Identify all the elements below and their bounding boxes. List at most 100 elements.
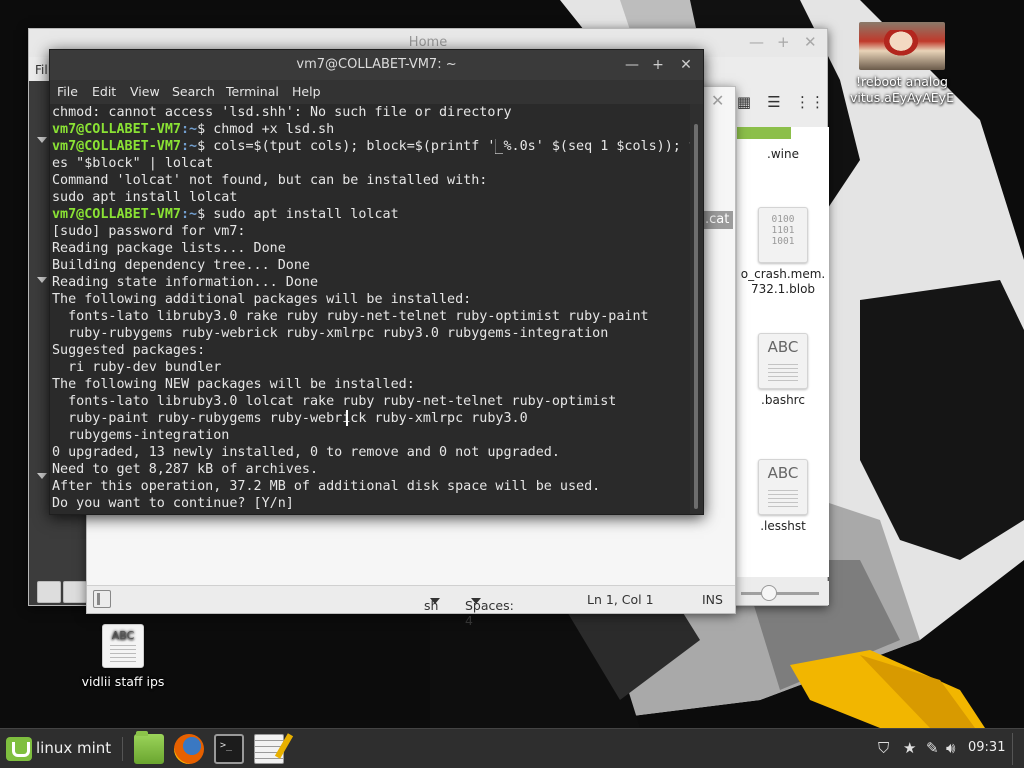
desktop-icon-vidlii-staff-ips[interactable]: ABC vidlii staff ips bbox=[78, 624, 168, 689]
prompt-path: :~ bbox=[181, 139, 198, 154]
sidebar-toggle-icon[interactable] bbox=[93, 590, 111, 608]
file-item-lesshst[interactable]: ABC .lesshst bbox=[737, 459, 829, 534]
command-text: $ sudo apt install lolcat bbox=[197, 207, 399, 222]
close-icon[interactable]: ✕ bbox=[711, 91, 724, 110]
linux-mint-logo-icon bbox=[6, 737, 32, 761]
taskbar-separator bbox=[122, 737, 123, 761]
text-file-icon: ABC bbox=[758, 459, 808, 515]
expand-arrow-icon[interactable] bbox=[37, 277, 47, 283]
file-manager-bottom-buttons bbox=[37, 581, 87, 605]
prompt-user: vm7@COLLABET-VM7 bbox=[52, 139, 181, 154]
terminal-scrollbar[interactable] bbox=[690, 104, 703, 514]
file-item-wine[interactable]: .wine bbox=[737, 147, 829, 162]
language-label: sh bbox=[424, 598, 439, 613]
minimize-icon[interactable]: — bbox=[749, 33, 764, 51]
file-item-crash-blob[interactable]: 0100 1101 1001 o_crash.mem. 732.1.blob bbox=[737, 207, 829, 297]
image-thumbnail bbox=[859, 22, 945, 70]
scrollbar-thumb[interactable] bbox=[694, 124, 698, 509]
terminal-line: rubygems-integration bbox=[52, 428, 230, 443]
file-label: .bashrc bbox=[761, 393, 805, 407]
volume-icon[interactable]: 🔊︎ bbox=[946, 739, 955, 757]
terminal-line: vm7@COLLABET-VM7:~$ cols=$(tput cols); b… bbox=[52, 138, 690, 155]
indent-selector[interactable]: Spaces: 4 bbox=[465, 592, 514, 628]
desktop-icon-reboot-analog[interactable]: !reboot analog vitus.aEyAyAEyE bbox=[842, 22, 962, 106]
maximize-icon[interactable]: + bbox=[777, 33, 790, 51]
terminal-line: The following additional packages will b… bbox=[52, 292, 472, 307]
command-text: $ chmod +x lsd.sh bbox=[197, 122, 335, 137]
icon-view-icon[interactable]: ▦ bbox=[735, 93, 753, 111]
terminal-line: After this operation, 37.2 MB of additio… bbox=[52, 479, 601, 494]
menu-file[interactable]: File bbox=[57, 84, 78, 99]
terminal-menubar: File Edit View Search Terminal Help bbox=[50, 80, 703, 104]
menu-terminal[interactable]: Terminal bbox=[226, 84, 279, 99]
prompt-user: vm7@COLLABET-VM7 bbox=[52, 207, 181, 222]
close-icon[interactable]: ✕ bbox=[804, 33, 817, 51]
file-manager-content[interactable]: .wine 0100 1101 1001 o_crash.mem. 732.1.… bbox=[737, 127, 829, 577]
text-file-icon: ABC bbox=[102, 624, 144, 668]
menu-edit[interactable]: Edit bbox=[92, 84, 116, 99]
terminal-line: Command 'lolcat' not found, but can be i… bbox=[52, 173, 488, 188]
menu-help[interactable]: Help bbox=[292, 84, 321, 99]
maximize-icon[interactable]: + bbox=[648, 50, 668, 80]
terminal-line: fonts-lato libruby3.0 lolcat rake ruby r… bbox=[52, 394, 617, 409]
file-thumb-text: ABC bbox=[767, 338, 799, 356]
terminal-line: Suggested packages: bbox=[52, 343, 206, 358]
terminal-line: vm7@COLLABET-VM7:~$ chmod +x lsd.sh bbox=[52, 121, 690, 138]
command-text: %.0s' $(seq 1 $cols)); y bbox=[503, 139, 690, 154]
terminal-launcher-icon[interactable] bbox=[214, 734, 244, 764]
terminal-output[interactable]: chmod: cannot access 'lsd.shh': No such … bbox=[50, 104, 690, 514]
file-manager-menu-file[interactable]: Fil bbox=[35, 63, 48, 77]
selection-highlight bbox=[737, 127, 791, 139]
indent-label: Spaces: 4 bbox=[465, 598, 514, 628]
text-file-icon: ABC bbox=[758, 333, 808, 389]
terminal-line: [sudo] password for vm7: bbox=[52, 224, 246, 239]
file-lines-decoration bbox=[768, 364, 798, 382]
compact-view-icon[interactable]: ⋮⋮ bbox=[795, 93, 825, 111]
minimize-icon[interactable]: — bbox=[622, 50, 642, 80]
desktop-icon-label: vidlii staff ips bbox=[81, 674, 165, 689]
binary-file-icon: 0100 1101 1001 bbox=[758, 207, 808, 263]
terminal-line: ruby-rubygems ruby-webrick ruby-xmlrpc r… bbox=[52, 326, 609, 341]
menu-search[interactable]: Search bbox=[172, 84, 215, 99]
terminal-line: vm7@COLLABET-VM7:~$ sudo apt install lol… bbox=[52, 206, 690, 223]
pen-icon[interactable]: ✎ bbox=[926, 739, 939, 757]
tree-toggle-icon[interactable] bbox=[63, 581, 87, 603]
file-thumb-text: ABC bbox=[767, 464, 799, 482]
terminal-line: ri ruby-dev bundler bbox=[52, 360, 222, 375]
firefox-launcher-icon[interactable] bbox=[174, 734, 204, 764]
terminal-title: vm7@COLLABET-VM7: ~ bbox=[50, 50, 703, 80]
desktop-icon-label: vitus.aEyAyAEyE bbox=[850, 90, 954, 105]
terminal-line: es "$block" | lolcat bbox=[52, 156, 214, 171]
slider-handle[interactable] bbox=[761, 585, 777, 601]
text-editor-launcher-icon[interactable] bbox=[254, 734, 284, 764]
file-item-bashrc[interactable]: ABC .bashrc bbox=[737, 333, 829, 408]
show-desktop-button[interactable] bbox=[1012, 733, 1020, 765]
editor-statusbar: sh Spaces: 4 Ln 1, Col 1 INS bbox=[87, 585, 735, 628]
file-label: .wine bbox=[767, 147, 799, 161]
shield-icon[interactable]: ⛉ bbox=[878, 739, 889, 757]
mouse-ibeam-cursor bbox=[346, 410, 348, 426]
zoom-slider[interactable] bbox=[737, 581, 829, 605]
clock[interactable]: 09:31 bbox=[968, 740, 1005, 755]
terminal-window[interactable]: vm7@COLLABET-VM7: ~ — + ✕ File Edit View… bbox=[49, 49, 704, 515]
close-icon[interactable]: ✕ bbox=[676, 50, 696, 80]
prompt-path: :~ bbox=[181, 207, 198, 222]
language-selector[interactable]: sh bbox=[424, 592, 440, 613]
terminal-line: Do you want to continue? [Y/n] bbox=[52, 496, 294, 511]
prompt-user: vm7@COLLABET-VM7 bbox=[52, 122, 181, 137]
list-view-icon[interactable]: ☰ bbox=[765, 93, 783, 111]
terminal-line: Building dependency tree... Done bbox=[52, 258, 310, 273]
terminal-line: ruby-paint ruby-rubygems ruby-webrick ru… bbox=[52, 411, 528, 426]
places-toggle-icon[interactable] bbox=[37, 581, 61, 603]
star-icon[interactable]: ★ bbox=[903, 739, 916, 757]
menu-view[interactable]: View bbox=[130, 84, 160, 99]
expand-arrow-icon[interactable] bbox=[37, 137, 47, 143]
files-launcher-icon[interactable] bbox=[134, 731, 164, 764]
terminal-line: chmod: cannot access 'lsd.shh': No such … bbox=[52, 105, 512, 120]
editor-tab[interactable]: .cat bbox=[703, 211, 733, 229]
expand-arrow-icon[interactable] bbox=[37, 473, 47, 479]
prompt-path: :~ bbox=[181, 122, 198, 137]
terminal-line: sudo apt install lolcat bbox=[52, 190, 238, 205]
file-label: .lesshst bbox=[760, 519, 806, 533]
terminal-line: 0 upgraded, 13 newly installed, 0 to rem… bbox=[52, 445, 560, 460]
